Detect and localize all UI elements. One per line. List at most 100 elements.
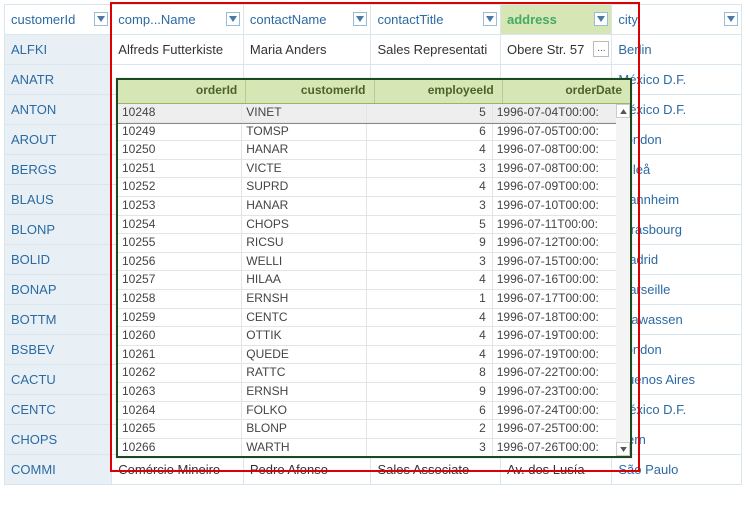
popup-row[interactable]: 10262RATTC81996-07-22T00:00: xyxy=(118,364,616,383)
cell-id[interactable]: CENTC xyxy=(5,395,112,425)
popup-row[interactable]: 10254CHOPS51996-07-11T00:00: xyxy=(118,216,616,235)
column-header-city[interactable]: city xyxy=(612,5,742,35)
cell-text: BSBEV xyxy=(11,342,54,357)
popup-row[interactable]: 10248VINET51996-07-04T00:00: xyxy=(118,104,616,123)
column-filter-dropdown[interactable] xyxy=(724,12,738,26)
cell-id[interactable]: ANATR xyxy=(5,65,112,95)
cell-id[interactable]: BONAP xyxy=(5,275,112,305)
popup-row[interactable]: 10265BLONP21996-07-25T00:00: xyxy=(118,420,616,439)
popup-cell-orderdate: 1996-07-18T00:00: xyxy=(493,309,616,327)
column-filter-dropdown[interactable] xyxy=(483,12,497,26)
popup-row[interactable]: 10263ERNSH91996-07-23T00:00: xyxy=(118,383,616,402)
column-header-compname[interactable]: comp...Name xyxy=(112,5,244,35)
popup-row[interactable]: 10249TOMSP61996-07-05T00:00: xyxy=(118,123,616,142)
table-row[interactable]: COMMIComércio MineiroPedro AfonsoSales A… xyxy=(5,455,742,485)
popup-row[interactable]: 10255RICSU91996-07-12T00:00: xyxy=(118,234,616,253)
cell-id[interactable]: BOLID xyxy=(5,245,112,275)
cell-text: Berlin xyxy=(618,42,651,57)
cell-text: COMMI xyxy=(11,462,56,477)
column-header-contacttitle[interactable]: contactTitle xyxy=(371,5,501,35)
popup-cell-orderdate: 1996-07-09T00:00: xyxy=(493,178,616,196)
cell-id[interactable]: BERGS xyxy=(5,155,112,185)
cell-id[interactable]: COMMI xyxy=(5,455,112,485)
popup-cell-customerid: ERNSH xyxy=(242,383,366,401)
popup-row[interactable]: 10258ERNSH11996-07-17T00:00: xyxy=(118,290,616,309)
popup-cell-orderid: 10254 xyxy=(118,216,242,234)
popup-cell-orderid: 10256 xyxy=(118,253,242,271)
column-filter-dropdown[interactable] xyxy=(594,12,608,26)
popup-row[interactable]: 10253HANAR31996-07-10T00:00: xyxy=(118,197,616,216)
scroll-down-button[interactable] xyxy=(616,442,630,456)
popup-cell-employeeid: 3 xyxy=(367,160,493,178)
popup-cell-employeeid: 6 xyxy=(367,123,493,141)
popup-cell-orderdate: 1996-07-15T00:00: xyxy=(493,253,616,271)
popup-column-header-customerid[interactable]: customerId xyxy=(246,80,374,103)
cell-id[interactable]: CHOPS xyxy=(5,425,112,455)
popup-row[interactable]: 10266WARTH31996-07-26T00:00: xyxy=(118,439,616,456)
popup-cell-orderdate: 1996-07-25T00:00: xyxy=(493,420,616,438)
popup-cell-employeeid: 4 xyxy=(367,309,493,327)
cell-text: Comércio Mineiro xyxy=(118,462,220,477)
cell-id[interactable]: BLAUS xyxy=(5,185,112,215)
popup-cell-employeeid: 9 xyxy=(367,383,493,401)
cell-text: Obere Str. 57 xyxy=(507,42,584,57)
popup-cell-employeeid: 8 xyxy=(367,364,493,382)
column-header-address[interactable]: address xyxy=(501,5,612,35)
popup-row[interactable]: 10260OTTIK41996-07-19T00:00: xyxy=(118,327,616,346)
popup-cell-orderid: 10255 xyxy=(118,234,242,252)
popup-row[interactable]: 10257HILAA41996-07-16T00:00: xyxy=(118,271,616,290)
cell-address: Obere Str. 57... xyxy=(501,35,612,65)
scroll-up-button[interactable] xyxy=(616,104,630,118)
cell-id[interactable]: BLONP xyxy=(5,215,112,245)
cell-contact: Maria Anders xyxy=(243,35,371,65)
column-header-customerid[interactable]: customerId xyxy=(5,5,112,35)
popup-row[interactable]: 10261QUEDE41996-07-19T00:00: xyxy=(118,346,616,365)
ellipsis-button[interactable]: ... xyxy=(593,41,609,57)
popup-cell-orderdate: 1996-07-22T00:00: xyxy=(493,364,616,382)
table-row[interactable]: ALFKIAlfreds FutterkisteMaria AndersSale… xyxy=(5,35,742,65)
cell-text: BOLID xyxy=(11,252,50,267)
cell-id[interactable]: BOTTM xyxy=(5,305,112,335)
cell-company: Comércio Mineiro xyxy=(112,455,244,485)
popup-cell-customerid: CENTC xyxy=(242,309,366,327)
popup-row[interactable]: 10250HANAR41996-07-08T00:00: xyxy=(118,141,616,160)
popup-cell-customerid: SUPRD xyxy=(242,178,366,196)
popup-scrollbar[interactable] xyxy=(616,104,630,456)
popup-column-header-employeeid[interactable]: employeeId xyxy=(375,80,503,103)
cell-text: ANTON xyxy=(11,102,56,117)
cell-text: Alfreds Futterkiste xyxy=(118,42,223,57)
column-filter-dropdown[interactable] xyxy=(94,12,108,26)
cell-id[interactable]: ANTON xyxy=(5,95,112,125)
cell-id[interactable]: ALFKI xyxy=(5,35,112,65)
popup-cell-orderid: 10261 xyxy=(118,346,242,364)
popup-column-header-orderdate[interactable]: orderDate xyxy=(503,80,630,103)
popup-row[interactable]: 10256WELLI31996-07-15T00:00: xyxy=(118,253,616,272)
popup-row[interactable]: 10252SUPRD41996-07-09T00:00: xyxy=(118,178,616,197)
popup-row[interactable]: 10259CENTC41996-07-18T00:00: xyxy=(118,309,616,328)
column-header-label: customerId xyxy=(11,12,75,27)
popup-cell-orderdate: 1996-07-08T00:00: xyxy=(493,141,616,159)
popup-column-header-orderid[interactable]: orderId xyxy=(118,80,246,103)
popup-cell-orderdate: 1996-07-11T00:00: xyxy=(493,216,616,234)
popup-cell-orderid: 10259 xyxy=(118,309,242,327)
cell-id[interactable]: CACTU xyxy=(5,365,112,395)
popup-cell-orderid: 10248 xyxy=(118,104,242,122)
popup-cell-employeeid: 1 xyxy=(367,290,493,308)
column-header-contactname[interactable]: contactName xyxy=(243,5,371,35)
popup-cell-orderdate: 1996-07-24T00:00: xyxy=(493,402,616,420)
cell-text: BLONP xyxy=(11,222,55,237)
cell-id[interactable]: BSBEV xyxy=(5,335,112,365)
column-header-label: city xyxy=(618,12,638,27)
popup-row[interactable]: 10264FOLKO61996-07-24T00:00: xyxy=(118,402,616,421)
column-filter-dropdown[interactable] xyxy=(226,12,240,26)
cell-city: Berlin xyxy=(612,35,742,65)
cell-text: CHOPS xyxy=(11,432,57,447)
popup-cell-orderdate: 1996-07-23T00:00: xyxy=(493,383,616,401)
popup-cell-employeeid: 3 xyxy=(367,253,493,271)
column-filter-dropdown[interactable] xyxy=(353,12,367,26)
popup-cell-customerid: ERNSH xyxy=(242,290,366,308)
popup-cell-orderdate: 1996-07-17T00:00: xyxy=(493,290,616,308)
cell-id[interactable]: AROUT xyxy=(5,125,112,155)
popup-cell-orderdate: 1996-07-08T00:00: xyxy=(493,160,616,178)
popup-row[interactable]: 10251VICTE31996-07-08T00:00: xyxy=(118,160,616,179)
